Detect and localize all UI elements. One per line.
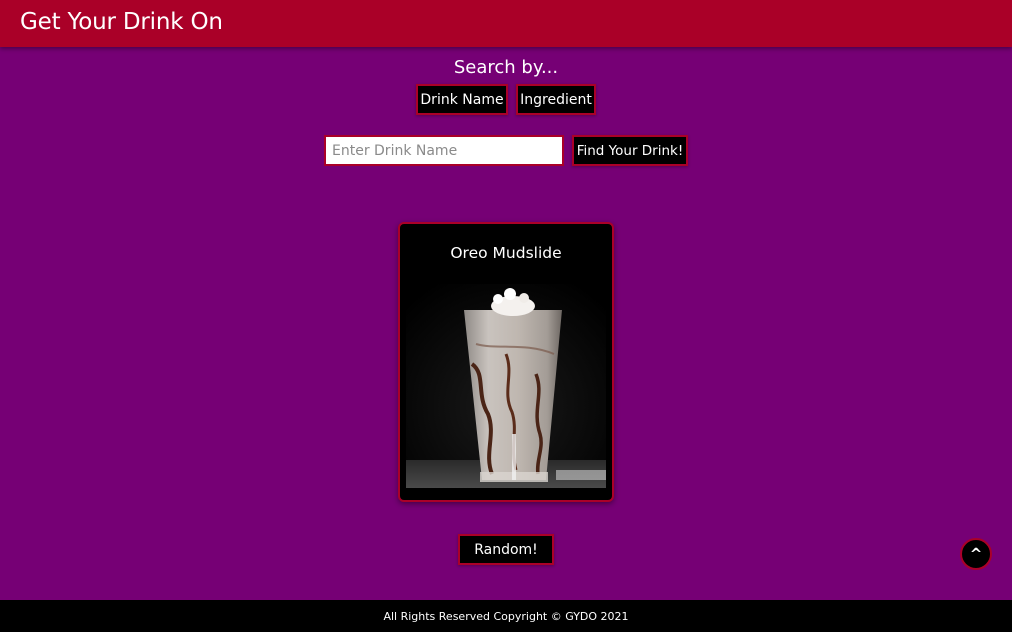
drink-card[interactable]: Oreo Mudslide [398, 222, 614, 502]
copyright-text: All Rights Reserved Copyright © GYDO 202… [383, 609, 629, 623]
drink-image[interactable] [406, 284, 606, 488]
drink-photo-icon [406, 284, 606, 488]
search-by-drink-name-button[interactable]: Drink Name [416, 84, 508, 115]
find-drink-button[interactable]: Find Your Drink! [572, 135, 688, 166]
back-to-top-button[interactable]: ^ [960, 538, 992, 570]
search-by-ingredient-button[interactable]: Ingredient [516, 84, 596, 115]
drink-name: Oreo Mudslide [450, 244, 562, 262]
drink-search-input[interactable] [324, 135, 564, 166]
site-footer: All Rights Reserved Copyright © GYDO 202… [0, 600, 1012, 632]
random-drink-button[interactable]: Random! [458, 534, 554, 565]
site-header: Get Your Drink On [0, 0, 1012, 47]
search-heading: Search by... [453, 57, 559, 78]
site-title: Get Your Drink On [20, 9, 223, 35]
